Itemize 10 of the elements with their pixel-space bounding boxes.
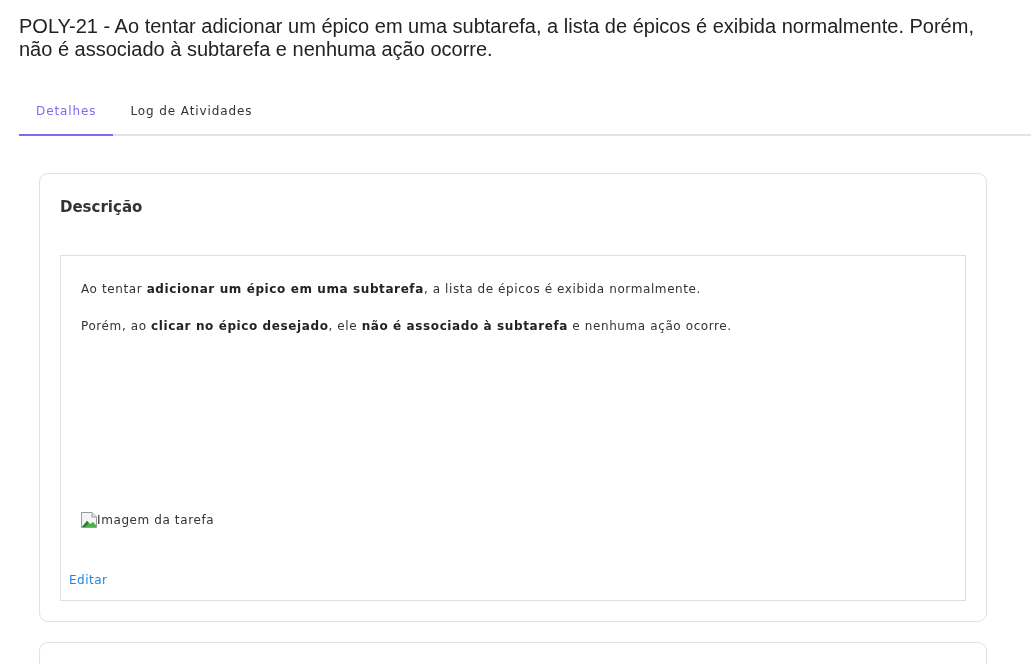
section-heading: Descrição [60,197,143,218]
image-alt-text: Imagem da tarefa [97,512,215,529]
description-text: Porém, ao clicar no épico desejado, ele não é associado à subtarefa e nenhuma ação ocorre. [81,318,732,335]
issue-title: não é associado à subtarefa e nenhuma ação ocorre. [19,38,493,61]
issue-title: POLY-21 - Ao tentar adicionar um épico em uma subtarefa, a lista de épicos é exibida normalmente. Porém, [19,15,974,38]
edit-link[interactable]: Editar [69,570,108,590]
description-text: Ao tentar adicionar um épico em uma subtarefa, a lista de épicos é exibida normalmente. [81,281,702,298]
tab[interactable]: Log de Atividades [113,88,270,136]
broken-image-icon [81,512,97,528]
tab[interactable]: Detalhes [19,88,114,136]
